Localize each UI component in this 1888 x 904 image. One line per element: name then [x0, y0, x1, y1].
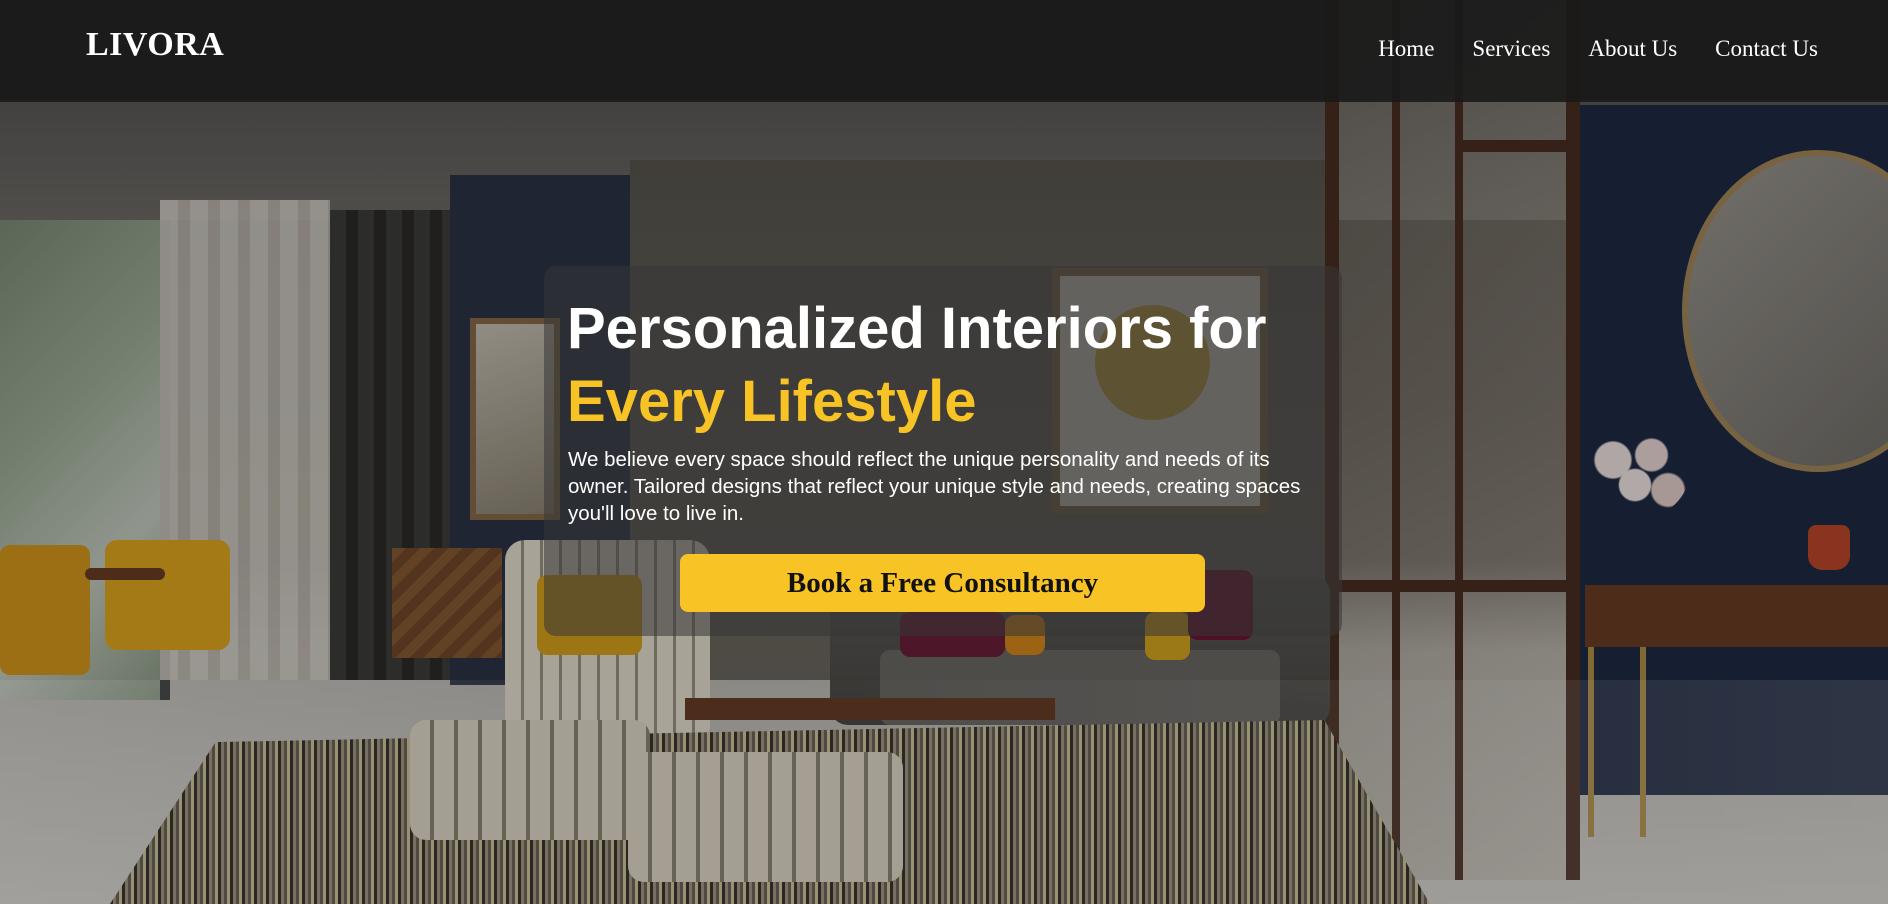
nav-link-about-us[interactable]: About Us [1588, 36, 1677, 62]
hero-title-line1: Personalized Interiors for [567, 296, 1267, 361]
site-header: LIVORA Home Services About Us Contact Us [0, 0, 1888, 102]
nav-link-contact-us[interactable]: Contact Us [1715, 36, 1818, 62]
brand-logo[interactable]: LIVORA [86, 26, 224, 64]
main-nav: Home Services About Us Contact Us [1378, 36, 1818, 62]
hero-description: We believe every space should reflect th… [568, 448, 1301, 525]
nav-link-services[interactable]: Services [1472, 36, 1550, 62]
nav-link-home[interactable]: Home [1378, 36, 1434, 62]
book-consultancy-button[interactable]: Book a Free Consultancy [680, 554, 1205, 612]
hero-title: Personalized Interiors for Every Lifesty… [567, 292, 1327, 438]
hero-title-highlight: Every Lifestyle [567, 369, 977, 434]
